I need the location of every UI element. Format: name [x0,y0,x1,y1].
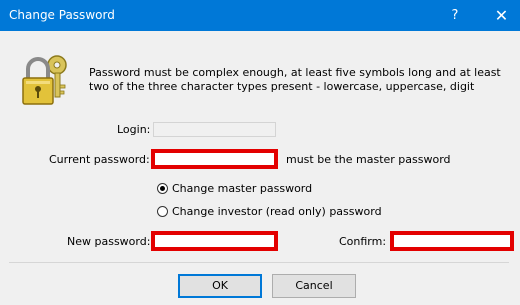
radio-investor-label: Change investor (read only) password [172,205,382,218]
new-password-field[interactable] [151,231,278,251]
cancel-button[interactable]: Cancel [272,274,356,298]
close-button[interactable]: ✕ [483,0,520,31]
current-password-label: Current password: [49,153,150,166]
confirm-label: Confirm: [339,235,387,248]
new-password-label: New password: [67,235,151,248]
separator [9,262,509,263]
window-title: Change Password [9,8,115,22]
radio-change-investor[interactable]: Change investor (read only) password [157,205,382,218]
login-field[interactable] [153,122,276,137]
radio-change-master[interactable]: Change master password [157,182,312,195]
login-label: Login: [117,123,151,136]
ok-button[interactable]: OK [178,274,262,298]
radio-master-indicator[interactable] [157,183,168,194]
current-password-field[interactable] [151,149,278,169]
help-button[interactable]: ? [440,0,470,31]
radio-master-label: Change master password [172,182,313,195]
password-requirements-text: Password must be complex enough, at leas… [89,66,501,93]
current-password-hint: must be the master password [286,153,451,166]
padlock-keys-icon [18,51,76,107]
confirm-password-field[interactable] [390,231,514,251]
radio-investor-indicator[interactable] [157,206,168,217]
title-bar: Change Password ? ✕ [0,0,520,31]
